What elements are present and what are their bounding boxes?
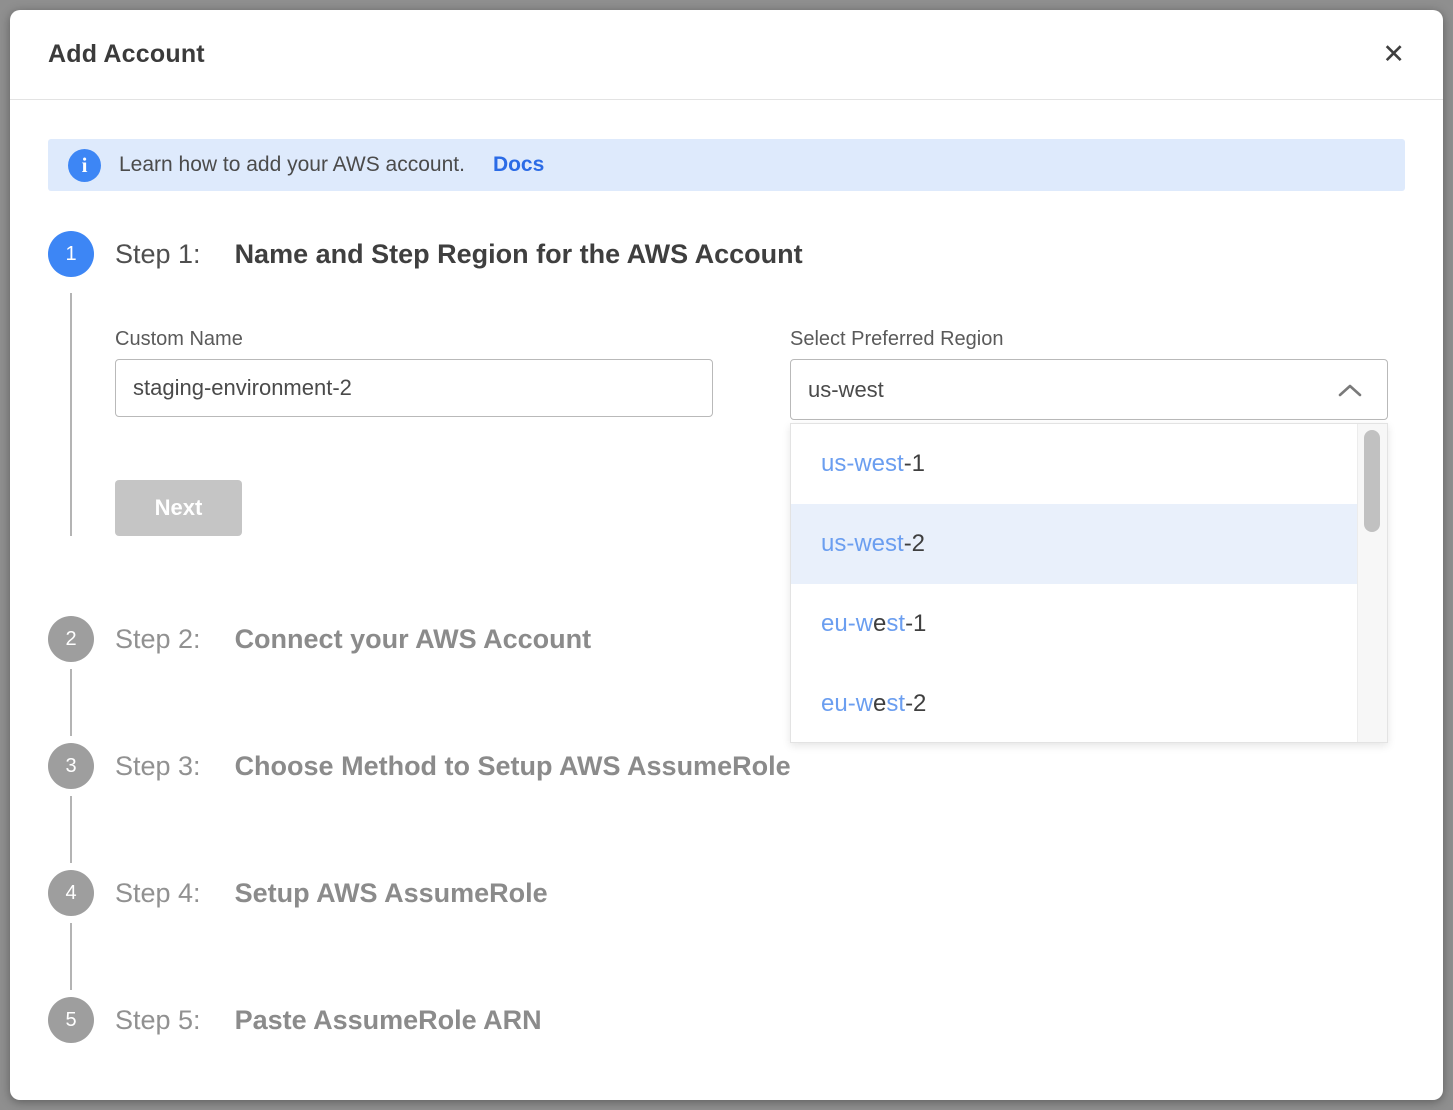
dropdown-scrollbar-thumb[interactable] [1364, 430, 1380, 532]
modal-body: i Learn how to add your AWS account. Doc… [10, 100, 1443, 1043]
option-plain-text: -1 [905, 610, 926, 638]
region-option-us-west-2[interactable]: us-west-2 [791, 504, 1357, 584]
region-select[interactable]: us-west [790, 359, 1388, 420]
step-2-prefix: Step 2: [115, 624, 201, 655]
info-icon: i [68, 149, 101, 182]
step-connector-line [70, 293, 72, 536]
steps-wizard: 1 Step 1: Name and Step Region for the A… [48, 231, 1405, 1043]
step-2-circle: 2 [48, 616, 94, 662]
option-plain-text: e [873, 690, 886, 718]
chevron-up-icon [1337, 382, 1363, 398]
option-plain-text: e [873, 610, 886, 638]
step-5-prefix: Step 5: [115, 1005, 201, 1036]
option-match-text: us-west [821, 450, 904, 478]
option-plain-text: -2 [904, 530, 925, 558]
option-plain-text: -2 [905, 690, 926, 718]
step-4-prefix: Step 4: [115, 878, 201, 909]
region-dropdown: us-west-1 us-west-2 eu-west-1 [790, 423, 1388, 743]
modal-header: Add Account ✕ [10, 10, 1443, 100]
option-match-text: us-west [821, 530, 904, 558]
region-option-list: us-west-1 us-west-2 eu-west-1 [791, 424, 1357, 742]
info-banner: i Learn how to add your AWS account. Doc… [48, 139, 1405, 191]
option-plain-text: -1 [904, 450, 925, 478]
region-option-us-west-1[interactable]: us-west-1 [791, 424, 1357, 504]
region-option-eu-west-1[interactable]: eu-west-1 [791, 584, 1357, 664]
step-3-circle: 3 [48, 743, 94, 789]
step-5-title: Paste AssumeRole ARN [235, 1005, 542, 1036]
region-option-eu-west-2[interactable]: eu-west-2 [791, 664, 1357, 744]
step-connector-line [70, 923, 72, 990]
step-connector-line [70, 669, 72, 736]
step-3-title: Choose Method to Setup AWS AssumeRole [235, 751, 791, 782]
step-1-prefix: Step 1: [115, 239, 201, 270]
step-1-form: Custom Name Next Select Preferred Region… [115, 328, 1405, 536]
step-3-prefix: Step 3: [115, 751, 201, 782]
region-label: Select Preferred Region [790, 328, 1388, 351]
add-account-modal: Add Account ✕ i Learn how to add your AW… [10, 10, 1443, 1100]
banner-text: Learn how to add your AWS account. [119, 153, 465, 177]
region-select-wrap: us-west [790, 359, 1388, 420]
option-match-text: st [886, 690, 905, 718]
dropdown-scrollbar[interactable] [1357, 424, 1387, 742]
step-connector-line [70, 796, 72, 863]
step-1-heading: Step 1: Name and Step Region for the AWS… [115, 231, 1405, 277]
region-select-value: us-west [808, 377, 884, 403]
custom-name-label: Custom Name [115, 328, 713, 351]
modal-title: Add Account [48, 40, 205, 69]
option-match-text: eu-w [821, 690, 873, 718]
step-4-title: Setup AWS AssumeRole [235, 878, 548, 909]
step-4-heading[interactable]: 4 Step 4: Setup AWS AssumeRole [48, 870, 1405, 916]
step-1-rail: 1 [48, 231, 94, 536]
step-1-content: Step 1: Name and Step Region for the AWS… [115, 231, 1405, 536]
docs-link[interactable]: Docs [493, 153, 544, 177]
region-field-group: Select Preferred Region us-west [790, 328, 1388, 536]
option-match-text: eu-w [821, 610, 873, 638]
step-4-circle: 4 [48, 870, 94, 916]
custom-name-field-group: Custom Name Next [115, 328, 713, 536]
step-5-heading[interactable]: 5 Step 5: Paste AssumeRole ARN [48, 997, 1405, 1043]
custom-name-input[interactable] [115, 359, 713, 417]
step-2-title: Connect your AWS Account [235, 624, 592, 655]
step-3-heading[interactable]: 3 Step 3: Choose Method to Setup AWS Ass… [48, 743, 1405, 789]
close-icon[interactable]: ✕ [1382, 41, 1405, 68]
step-5-circle: 5 [48, 997, 94, 1043]
next-button[interactable]: Next [115, 480, 242, 536]
step-1-section: 1 Step 1: Name and Step Region for the A… [48, 231, 1405, 616]
option-match-text: st [886, 610, 905, 638]
step-1-circle: 1 [48, 231, 94, 277]
step-1-title: Name and Step Region for the AWS Account [235, 239, 803, 270]
